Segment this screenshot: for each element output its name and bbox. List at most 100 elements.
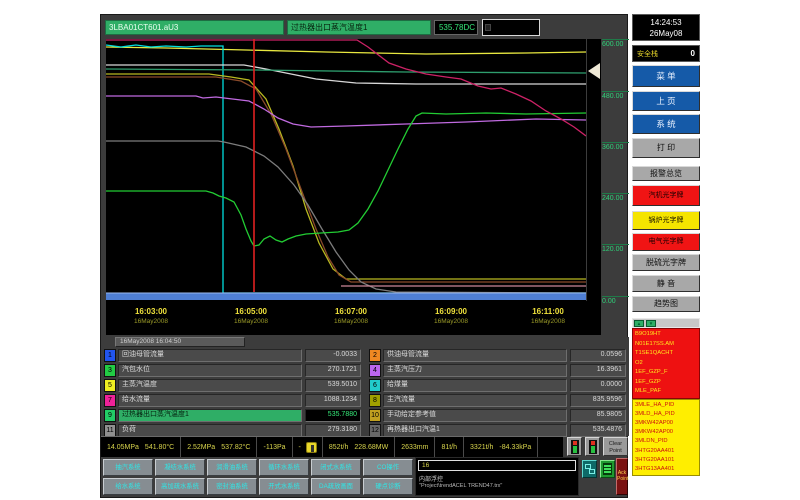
legend-color-chip: 12 — [369, 424, 381, 437]
scale-marker-icon[interactable] — [588, 63, 600, 79]
alarm-item[interactable]: 3HTG13AA401 — [635, 465, 697, 474]
legend-row[interactable]: 1回油母管流量-0.0033 — [104, 349, 361, 362]
alarm-item[interactable]: MLE_PAF — [635, 387, 697, 397]
legend-name: 手动给定参考值 — [383, 409, 567, 422]
damper-indicator-icon[interactable] — [306, 442, 317, 453]
selected-description-field[interactable]: 过热器出口蒸汽温度1 — [287, 20, 431, 35]
alarm-page-up-icon[interactable]: ▲ — [634, 320, 644, 327]
toggle-indicator-2[interactable] — [585, 437, 600, 456]
legend-name: 主汽流量 — [383, 394, 567, 407]
sidebar-button-上页[interactable]: 上 页 — [632, 91, 700, 111]
legend-value: 85.9805 — [570, 409, 626, 422]
legend-color-chip: 10 — [369, 409, 381, 422]
input-cursor-icon — [485, 24, 491, 31]
alarm-item[interactable]: 3MKW42AP00 — [635, 428, 697, 437]
tick-date: 16May2008 — [513, 318, 583, 325]
sidebar-button-报警总览[interactable]: 报警总览 — [632, 166, 700, 181]
trend-window: 3LBA01CT601.aU3 过热器出口蒸汽温度1 535.78DC 600.… — [100, 14, 628, 498]
alarm-item[interactable]: 3HTG20AA101 — [635, 456, 697, 465]
alarm-page-down-icon[interactable]: ▼ — [646, 320, 656, 327]
status-value: 852t/h — [326, 444, 351, 451]
sidebar-button-电气光字牌[interactable]: 电气光字牌 — [632, 233, 700, 251]
grid-view-button[interactable] — [600, 460, 615, 478]
x-axis-tick: 16:07:0016May2008 — [316, 307, 386, 325]
alarm-item[interactable]: 3HTG20AA401 — [635, 447, 697, 456]
trend-number-input[interactable]: 16 — [418, 460, 576, 471]
clear-point-button[interactable]: Clear Point — [603, 437, 628, 456]
alarm-item[interactable]: 1EF_GZP — [635, 378, 697, 388]
sidebar-button-汽机光字牌[interactable]: 汽机光字牌 — [632, 185, 700, 206]
legend-color-chip: 9 — [104, 409, 116, 422]
sidebar-button-打印[interactable]: 打 印 — [632, 138, 700, 158]
trend-chart[interactable] — [106, 39, 586, 301]
status-value: 2.52MPa — [184, 444, 218, 451]
alarm-item[interactable]: B9O19HT — [635, 330, 697, 340]
chart-vertical-scrollbar[interactable] — [587, 39, 601, 301]
nav-button-循环水系统[interactable]: 循环水系统 — [259, 459, 309, 476]
chart-horizontal-scrollbar[interactable] — [106, 293, 586, 300]
alarm-item[interactable]: 1EF_GZP_F — [635, 368, 697, 378]
x-axis-tick: 16:03:0016May2008 — [116, 307, 186, 325]
sidebar: 14:24:53 26May08 安全栈 0 菜 单上 页系 统打 印报警总览汽… — [632, 0, 700, 476]
legend-color-chip: 11 — [104, 424, 116, 437]
legend-row[interactable]: 10手动给定参考值85.9805 — [369, 409, 626, 422]
tick-date: 16May2008 — [416, 318, 486, 325]
alarm-item[interactable]: 3MLDN_PID — [635, 437, 697, 446]
legend-row[interactable]: 8主汽流量835.9596 — [369, 394, 626, 407]
legend-value: 270.1721 — [305, 364, 361, 377]
status-segment: 2.52MPa537.82°C — [181, 437, 257, 457]
legend-row[interactable]: 7给水流量1088.1234 — [104, 394, 361, 407]
sidebar-button-菜单[interactable]: 菜 单 — [632, 65, 700, 87]
selected-value-box: 535.78DC — [434, 20, 478, 35]
sidebar-button-静音[interactable]: 静 音 — [632, 275, 700, 292]
legend-row[interactable]: 4主蒸汽压力16.3961 — [369, 364, 626, 377]
sidebar-button-趋势图[interactable]: 趋势图 — [632, 296, 700, 312]
cursor-timestamp: 16May2008 16:04:50 — [115, 337, 245, 347]
alarm-item[interactable]: 3MLD_HA_PID — [635, 410, 697, 419]
status-value: 2633mm — [398, 444, 431, 451]
nav-button-润滑油系统[interactable]: 润滑油系统 — [207, 459, 257, 476]
link-button[interactable] — [582, 460, 597, 478]
nav-button-硬点诊断[interactable]: 硬点诊断 — [363, 478, 413, 495]
trend-search-input[interactable] — [482, 19, 540, 36]
nav-button-闭式水系统[interactable]: 闭式水系统 — [311, 459, 361, 476]
legend-row[interactable]: 5主蒸汽温度539.5010 — [104, 379, 361, 392]
legend-row[interactable]: 11负荷279.3180 — [104, 424, 361, 437]
nav-button-抽汽系统[interactable]: 抽汽系统 — [103, 459, 153, 476]
y-axis-label: 600.00 — [602, 39, 629, 48]
ack-point-button[interactable]: Ack Point — [616, 458, 628, 495]
nav-button-凝结水系统[interactable]: 凝结水系统 — [155, 459, 205, 476]
status-segment: 852t/h228.68MW — [323, 437, 395, 457]
sidebar-button-锅炉光字牌[interactable]: 锅炉光字牌 — [632, 211, 700, 230]
nav-button-高加疏水系统[interactable]: 高加疏水系统 — [155, 478, 205, 495]
legend-row[interactable]: 2供油母管流量0.0596 — [369, 349, 626, 362]
nav-button-CO操作[interactable]: CO操作 — [363, 459, 413, 476]
alarm-item[interactable]: T1SE1QACHT — [635, 349, 697, 359]
x-axis: 16:03:0016May200816:05:0016May200816:07:… — [106, 301, 601, 335]
nav-button-密封油系统[interactable]: 密封油系统 — [207, 478, 257, 495]
tick-time: 16:11:00 — [513, 307, 583, 316]
alarm-item[interactable]: O2 — [635, 359, 697, 369]
y-axis-label: 480.00 — [602, 91, 629, 100]
legend-table: 16May2008 16:04:50 1回油母管流量-0.0033 2供油母管流量… — [101, 337, 629, 436]
y-axis-label: 240.00 — [602, 193, 629, 202]
legend-row[interactable]: 6给煤量0.0000 — [369, 379, 626, 392]
sidebar-button-脱硫光字牌[interactable]: 脱硫光字牌 — [632, 254, 700, 271]
toggle-green-bar — [591, 446, 595, 453]
toggle-indicator-1[interactable] — [567, 437, 582, 456]
alarm-item[interactable]: 3MKW42AP00 — [635, 419, 697, 428]
nav-button-给水系统[interactable]: 给水系统 — [103, 478, 153, 495]
legend-row[interactable]: 9过热器出口蒸汽温度1535.7880 — [104, 409, 361, 422]
legend-name: 负荷 — [118, 424, 302, 437]
alarm-item[interactable]: 3MLE_HA_PID — [635, 401, 697, 410]
sidebar-button-系统[interactable]: 系 统 — [632, 114, 700, 134]
legend-row[interactable]: 3汽包水位270.1721 — [104, 364, 361, 377]
tick-date: 16May2008 — [116, 318, 186, 325]
nav-button-开式水系统[interactable]: 开式水系统 — [259, 478, 309, 495]
legend-value: -0.0033 — [305, 349, 361, 362]
alarm-item[interactable]: N01E17SS.AM — [635, 340, 697, 350]
legend-row[interactable]: 12再热器出口汽温1535.4876 — [369, 424, 626, 437]
alarm-pager: ▲ ▼ — [632, 318, 700, 328]
nav-button-DA疏放画面[interactable]: DA疏放画面 — [311, 478, 361, 495]
selected-tag-field[interactable]: 3LBA01CT601.aU3 — [105, 20, 284, 35]
